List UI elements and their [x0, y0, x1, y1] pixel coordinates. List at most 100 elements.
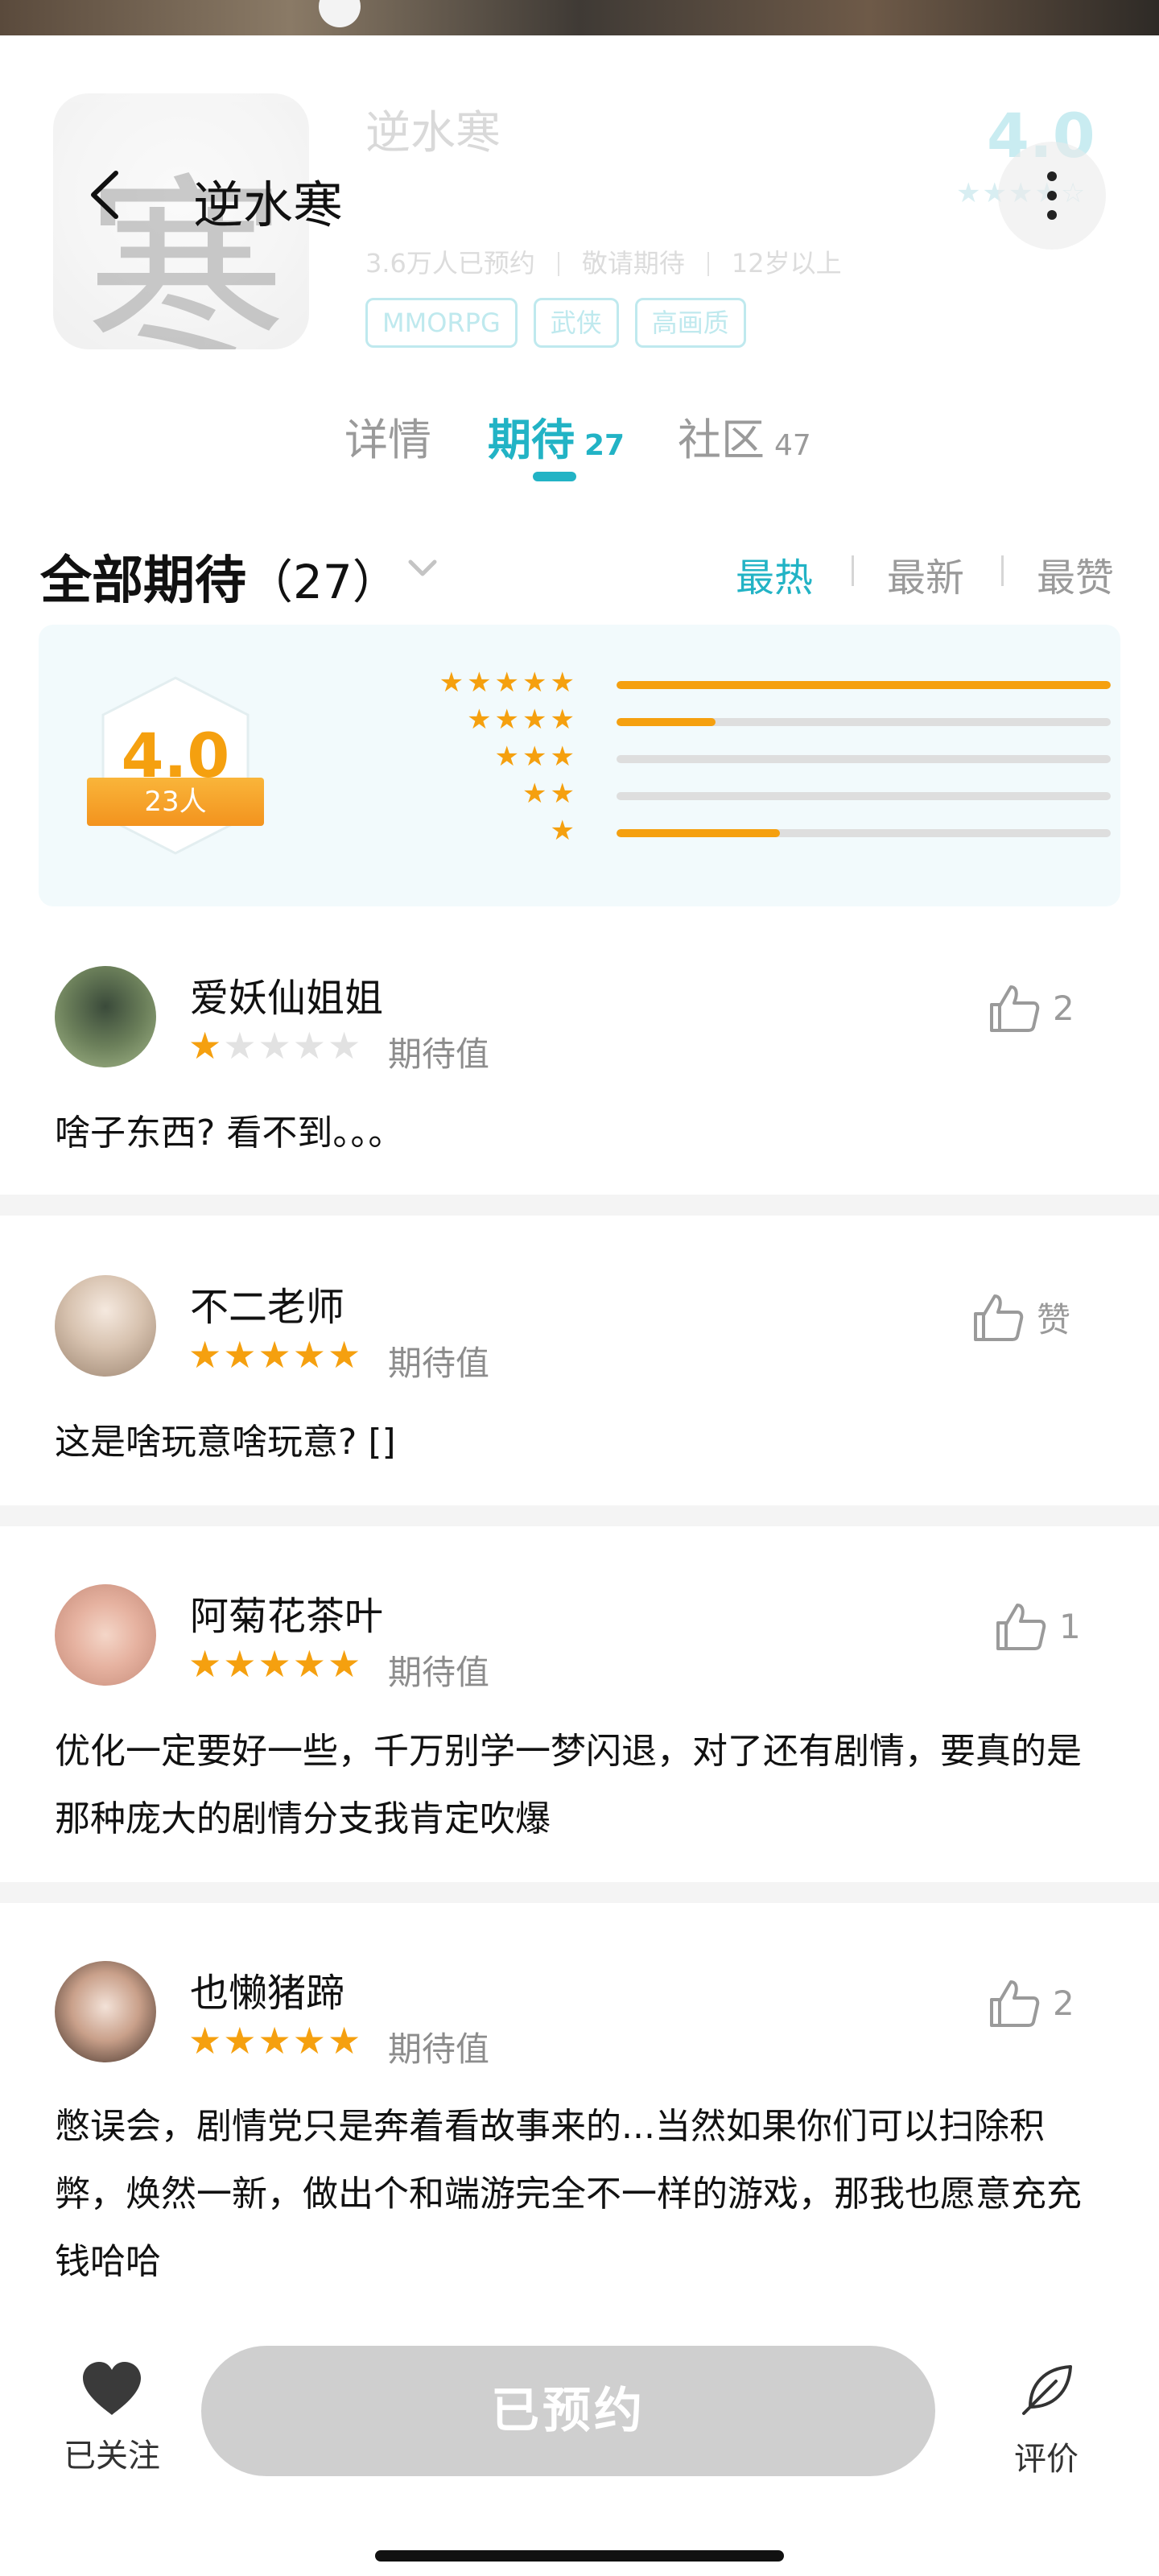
star-icon: ★ [292, 1333, 328, 1377]
game-meta: 3.6万人已预约 敬请期待 12岁以上 [365, 243, 842, 280]
like-count: 1 [1059, 1606, 1081, 1646]
star-icon: ★ [328, 2019, 363, 2062]
star-icons: ★★★★★ [439, 667, 578, 699]
star-icon: ★ [188, 1642, 224, 1686]
review-divider [0, 1505, 1159, 1526]
star-icon: ★ [258, 1642, 293, 1686]
star-icon: ★ [258, 2019, 293, 2062]
star-icon: ★ [328, 1024, 363, 1067]
thumbs-up-icon [990, 985, 1040, 1032]
game-tags: MMORPG 武侠 高画质 [365, 298, 746, 348]
header-banner-image [0, 0, 1159, 35]
more-button[interactable] [998, 142, 1106, 250]
review-text: 这是啥玩意啥玩意? [] [55, 1422, 396, 1463]
star-icon: ★ [223, 2019, 258, 2062]
expectation-label: 期待值 [388, 1034, 490, 1074]
tab-label: 期待 [488, 415, 575, 465]
tab-count: 47 [774, 429, 811, 462]
rating-row-1: ★ [385, 815, 1111, 847]
like-button[interactable]: 2 [987, 1977, 1074, 2029]
heart-icon [83, 2362, 141, 2415]
page-title: 逆水寒 [193, 175, 344, 234]
star-icon: ★ [258, 1333, 293, 1377]
section-title-text: 全部期待 [40, 551, 246, 611]
rating-bar-track [617, 792, 1111, 800]
follow-label: 已关注 [64, 2438, 160, 2475]
review-text: 优化一定要好一些，千万别学一梦闪退，对了还有剧情，要真的是那种庞大的剧情分支我肯… [55, 1731, 1082, 1839]
review-stars: ★★★★★ [188, 1024, 362, 1067]
active-tab-indicator [533, 472, 576, 481]
home-indicator [375, 2550, 784, 2562]
star-icon: ★ [188, 1333, 224, 1377]
star-icon: ★ [292, 1024, 328, 1067]
write-review-button[interactable]: 评价 [982, 2360, 1111, 2479]
review-username[interactable]: 阿菊花茶叶 [190, 1584, 383, 1641]
review-text: 啥子东西? 看不到。。。 [55, 1113, 404, 1154]
sort-most-liked[interactable]: 最赞 [1037, 546, 1114, 602]
star-icons: ★★ [522, 778, 578, 810]
rating-people: 23人 [87, 778, 264, 826]
tab-count: 27 [584, 429, 625, 462]
rating-bar-fill [617, 829, 780, 837]
avatar[interactable] [55, 966, 156, 1067]
star-icons: ★★★ [494, 741, 578, 773]
tab-details[interactable]: 详情 [344, 404, 431, 468]
rating-bar-track [617, 681, 1111, 689]
review-username[interactable]: 也懒猪蹄 [190, 1961, 344, 2017]
expectation-label: 期待值 [388, 1344, 490, 1383]
expectation-label: 期待值 [388, 1653, 490, 1692]
star-icon: ★ [223, 1024, 258, 1067]
avatar[interactable] [55, 1584, 156, 1686]
game-name: 逆水寒 [365, 107, 501, 159]
thumbs-up-icon [996, 1604, 1046, 1650]
reservation-count: 3.6万人已预约 [365, 248, 535, 279]
rating-row-4: ★★★★ [385, 704, 1111, 736]
review-username[interactable]: 爱妖仙姐姐 [190, 966, 383, 1022]
star-icon: ★ [328, 1642, 363, 1686]
game-header: 寒 逆水寒 3.6万人已预约 敬请期待 12岁以上 MMORPG 武侠 高画质 4.… [0, 35, 1159, 365]
star-icon: ★ [292, 1642, 328, 1686]
game-tag[interactable]: 武侠 [533, 298, 619, 348]
tab-expectations[interactable]: 期待 27 [488, 404, 625, 468]
review-label: 评价 [1014, 2441, 1079, 2478]
game-tag[interactable]: 高画质 [634, 298, 746, 348]
review-stars: ★★★★★ [188, 1333, 362, 1377]
star-icons: ★ [550, 815, 578, 847]
age-rating: 12岁以上 [731, 248, 842, 279]
review-username[interactable]: 不二老师 [190, 1275, 344, 1331]
back-button[interactable] [61, 142, 148, 248]
reserved-button[interactable]: 已预约 [201, 2346, 935, 2476]
bottom-action-bar: 已关注 已预约 评价 [0, 2318, 1159, 2576]
review-divider [0, 1882, 1159, 1903]
rating-row-3: ★★★ [385, 741, 1111, 773]
like-button[interactable]: 2 [987, 982, 1074, 1034]
avatar[interactable] [55, 1275, 156, 1377]
star-icon: ★ [258, 1024, 293, 1067]
chevron-down-icon[interactable] [402, 552, 443, 584]
like-count: 赞 [1037, 1299, 1071, 1340]
sort-hot[interactable]: 最热 [736, 546, 813, 602]
section-title[interactable]: 全部期待（27） [40, 539, 399, 613]
sort-divider [852, 555, 854, 586]
release-status: 敬请期待 [581, 248, 685, 279]
chevron-left-icon [91, 171, 118, 219]
game-tag[interactable]: MMORPG [365, 298, 518, 348]
follow-button[interactable]: 已关注 [52, 2360, 172, 2476]
sort-divider [1001, 555, 1004, 586]
star-icon: ★ [328, 1333, 363, 1377]
rating-bar-track [617, 718, 1111, 726]
like-count: 2 [1053, 988, 1074, 1028]
avatar[interactable] [55, 1961, 156, 2062]
review-stars: ★★★★★ [188, 2019, 362, 2062]
like-button[interactable]: 1 [993, 1600, 1081, 1652]
star-icon: ★ [223, 1333, 258, 1377]
rating-summary: 4.0 23人 ★★★★★ ★★★★ ★★★ ★★ ★ [39, 625, 1120, 906]
rating-bar-track [617, 829, 1111, 837]
banner-indicator-dot [319, 0, 361, 27]
tab-community[interactable]: 社区 47 [678, 404, 811, 468]
expectation-label: 期待值 [388, 2029, 490, 2069]
star-icon: ★ [188, 1024, 224, 1067]
sort-newest[interactable]: 最新 [887, 546, 964, 602]
review-text: 憋误会，剧情党只是奔着看故事来的...当然如果你们可以扫除积弊，焕然一新，做出个… [55, 2106, 1082, 2282]
like-button[interactable]: 赞 [971, 1291, 1070, 1343]
